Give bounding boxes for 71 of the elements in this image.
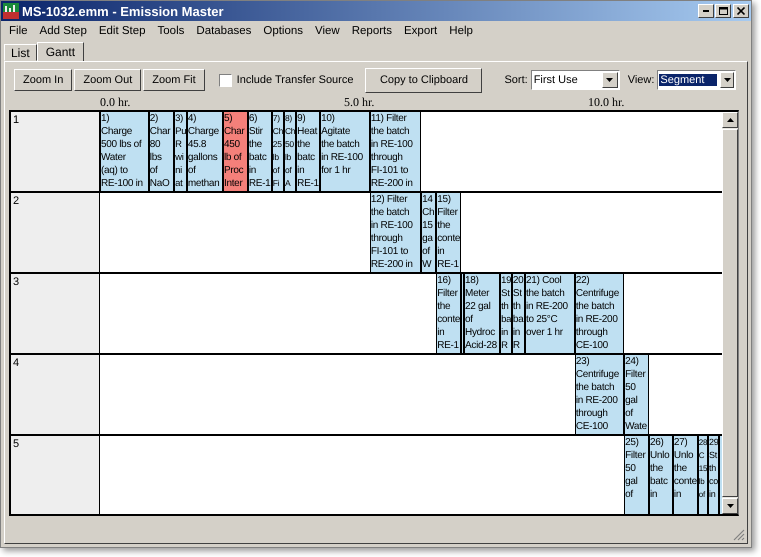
gantt-bar: 5) Char 450 lb of Proc Inter [222,112,248,191]
gantt-bar: 16) Filter the conte in RE-1 [436,274,462,353]
up-arrow-icon [726,118,734,122]
scroll-up-button[interactable] [722,112,738,128]
checkbox-label: Include Transfer Source [236,74,354,86]
axis-label: 0.0 hr. [100,95,130,110]
menu-item[interactable]: Help [443,25,479,37]
gantt-bar: 27) Unlo the conte in [672,436,698,514]
window-title: MS-1032.emm - Emission Master [22,4,225,18]
menu-item[interactable]: Export [398,25,444,37]
gantt-bar: 8) Ch 50 lb of A [284,112,296,191]
axis-label: 10.0 hr. [588,95,624,110]
down-arrow-icon [726,504,734,508]
gantt-bar: 26) Unlo the batc in [649,436,673,514]
caret-icon [720,72,734,88]
gantt-bar: 23) Centrifuge the batch in RE-200 through CE-100 [574,355,624,434]
checkbox[interactable] [218,74,232,86]
gantt-bar: 6) Stir the batc in RE-1 [248,112,272,191]
gantt-bar: 12) Filter the batch in RE-100 through FI-101 to RE-200 in [370,193,422,272]
maximize-icon [718,7,728,15]
gantt-bar: 7) Ch 25 lb of Fi [272,112,284,191]
gantt-bar: 29 St th co in [708,436,719,514]
dropdown[interactable]: First Use [530,70,620,90]
zoom-button[interactable]: Zoom Out [74,69,142,91]
close-button[interactable] [733,4,749,18]
gantt-bar: 28 C 15 lb of [698,436,708,514]
menu-item[interactable]: Add Step [34,25,93,37]
tab[interactable]: List [4,44,37,61]
gantt-bar: 2) Char 80 lbs of NaO [148,112,174,191]
scroll-down-button[interactable] [722,498,738,514]
row-number: 2 [13,195,20,207]
gantt-bar: 4) Charge 45.8 gallons of methan [186,112,223,191]
maximize-button[interactable] [715,4,731,18]
gantt-bar: 10) Agitate the batch in RE-100 for 1 hr [320,112,370,191]
gantt-bar: 14 Ch 15 ga of W [421,193,436,272]
gantt-bar: 19 St th ba in R [500,274,512,353]
gantt-bar: 3) Pu R wi ni at [174,112,187,191]
gantt-bar: 22) Centrifuge the batch in RE-200 through CE-100 [574,274,624,353]
row-number: 1 [13,114,20,126]
row-number: 5 [13,438,20,450]
menu-item[interactable]: Tools [152,25,190,37]
menu-item[interactable]: Edit Step [92,25,152,37]
caret-icon [602,72,618,88]
minimize-icon [703,10,709,12]
copy-button[interactable]: Copy to Clipboard [365,68,482,92]
row-number: 3 [13,276,20,288]
gantt-bar: 11) Filter the batch in RE-100 through FI-101 to RE-200 in [370,112,422,191]
tab[interactable]: Gantt [36,42,84,62]
dropdown-label: Sort: [504,74,528,86]
menu-item[interactable]: View [309,25,346,37]
dropdown-label: View: [628,74,654,86]
row-number: 4 [13,357,20,369]
gantt-bar: 15) Filter the conte in RE-1 [436,193,462,272]
dropdown[interactable]: Segment [657,70,736,90]
menu-item[interactable]: Databases [190,25,258,37]
menu-item[interactable]: Reports [346,25,398,37]
close-icon [737,7,745,15]
menu-item[interactable]: Options [257,25,310,37]
zoom-button[interactable]: Zoom In [14,69,72,91]
zoom-button[interactable]: Zoom Fit [143,69,205,91]
gantt-bar: 1) Charge 500 lbs of Water (aq) to RE-100 in [100,112,149,191]
resize-grip-icon[interactable] [733,529,745,541]
minimize-button[interactable] [698,4,714,18]
gantt-bar: 24) Filter 50 gal of Wate [624,355,649,434]
axis-label: 5.0 hr. [344,95,374,110]
gantt-bar: 20 St th ba in R [512,274,526,353]
gantt-bar: 18) Meter 22 gal of Hydroc Acid-28 [464,274,500,353]
gantt-bar: 25) Filter 50 gal of [624,436,649,514]
gantt-bar: 9) Heat the batc in RE-1 [296,112,320,191]
gantt-bar: 21) Cool the batch in RE-200 to 25°C over 1 hr [525,274,575,353]
menu-item[interactable]: File [3,25,34,37]
